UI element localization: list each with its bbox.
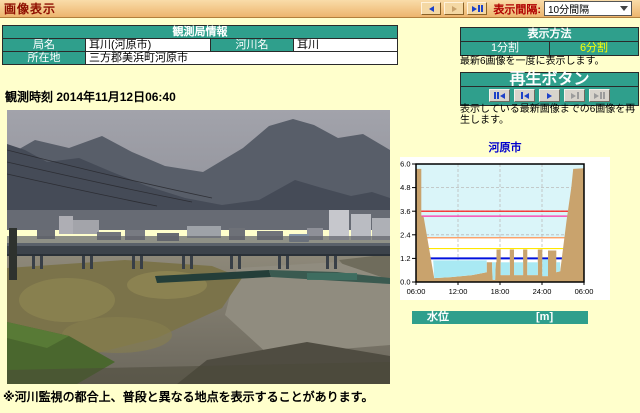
interval-label: 表示間隔: xyxy=(493,1,541,17)
skip-to-start-button[interactable] xyxy=(489,89,510,102)
chart-title: 河原市 xyxy=(400,139,610,155)
station-info-table: 観測局情報 局名 耳川(河原市) 河川名 耳川 所在地 三方郡美浜町河原市 xyxy=(2,25,398,65)
step-back-icon xyxy=(429,6,434,12)
table-header-row: 観測局情報 xyxy=(3,26,398,39)
svg-text:3.6: 3.6 xyxy=(400,207,410,216)
grass-patch xyxy=(19,278,115,322)
display-method-header: 表示方法 xyxy=(461,28,638,42)
step-forward-icon xyxy=(571,93,576,99)
page-title: 画像表示 xyxy=(0,0,56,17)
playback-box: 再生ボタン xyxy=(460,72,639,106)
svg-text:1.2: 1.2 xyxy=(400,254,410,263)
play-button[interactable] xyxy=(539,89,560,102)
table-row: 所在地 三方郡美浜町河原市 xyxy=(3,52,398,65)
svg-text:0.0: 0.0 xyxy=(400,278,410,287)
water-level-unit: [m] xyxy=(536,311,553,324)
water-level-chart: 0.0 1.2 2.4 3.6 4.8 6.0 06:00 12:00 18:00 24:00 06… xyxy=(400,157,610,300)
observation-time-value: 2014年11月12日06:40 xyxy=(56,90,175,104)
station-name-label: 局名 xyxy=(3,39,86,52)
step-back-icon xyxy=(524,93,529,99)
title-bar: 画像表示 表示間隔: 10分間隔 xyxy=(0,0,640,18)
water-level-bar: 水位 [m] xyxy=(412,311,588,324)
latest-image-button[interactable] xyxy=(467,2,487,15)
river-name-value: 耳川 xyxy=(294,39,398,52)
svg-text:24:00: 24:00 xyxy=(533,287,552,296)
svg-text:4.8: 4.8 xyxy=(400,183,410,192)
option-1-split[interactable]: 1分割 xyxy=(461,42,549,55)
observation-time-label: 観測時刻 xyxy=(5,90,53,104)
skip-to-end-icon xyxy=(594,93,599,99)
interval-selected-value: 10分間隔 xyxy=(548,1,589,16)
playback-buttons xyxy=(461,87,638,105)
step-forward-button[interactable] xyxy=(564,89,585,102)
water-level-chart-panel: 0.0 1.2 2.4 3.6 4.8 6.0 06:00 12:00 18:00 24:00 06… xyxy=(400,157,610,300)
station-name-value: 耳川(河原市) xyxy=(86,39,211,52)
display-method-options: 1分割 6分割 xyxy=(461,42,638,55)
svg-text:2.4: 2.4 xyxy=(400,230,410,239)
station-info-header: 観測局情報 xyxy=(3,26,398,39)
option-6-split[interactable]: 6分割 xyxy=(549,42,638,55)
table-row: 局名 耳川(河原市) 河川名 耳川 xyxy=(3,39,398,52)
svg-text:06:00: 06:00 xyxy=(407,287,426,296)
play-icon xyxy=(547,93,552,99)
playback-caption: 表示している最新画像までの6画像を再生します。 xyxy=(460,104,638,126)
river-name-label: 河川名 xyxy=(211,39,294,52)
step-back-button[interactable] xyxy=(514,89,535,102)
svg-text:18:00: 18:00 xyxy=(491,287,510,296)
next-image-button[interactable] xyxy=(444,2,464,15)
skip-to-start-icon xyxy=(500,93,505,99)
svg-text:6.0: 6.0 xyxy=(400,160,410,169)
display-method-caption: 最新6画像を一度に表示します。 xyxy=(460,56,640,67)
skip-to-latest-icon xyxy=(472,6,477,12)
prev-image-button[interactable] xyxy=(421,2,441,15)
svg-text:12:00: 12:00 xyxy=(449,287,468,296)
chevron-down-icon xyxy=(620,6,628,11)
skip-to-end-button[interactable] xyxy=(589,89,610,102)
display-method-box: 表示方法 1分割 6分割 xyxy=(460,27,639,56)
water-channel xyxy=(307,273,357,280)
footnote: ※河川監視の都合上、普段と異なる地点を表示することがあります。 xyxy=(3,388,373,405)
interval-controls: 表示間隔: 10分間隔 xyxy=(421,1,640,17)
pole xyxy=(9,228,17,280)
location-label: 所在地 xyxy=(3,52,86,65)
observation-time: 観測時刻 2014年11月12日06:40 xyxy=(5,88,176,105)
step-forward-icon xyxy=(452,6,457,12)
playback-header: 再生ボタン xyxy=(461,73,638,87)
interval-select[interactable]: 10分間隔 xyxy=(544,1,632,16)
water-level-label: 水位 xyxy=(427,311,449,324)
svg-text:06:00: 06:00 xyxy=(575,287,594,296)
camera-image xyxy=(7,110,390,384)
location-value: 三方郡美浜町河原市 xyxy=(86,52,398,65)
